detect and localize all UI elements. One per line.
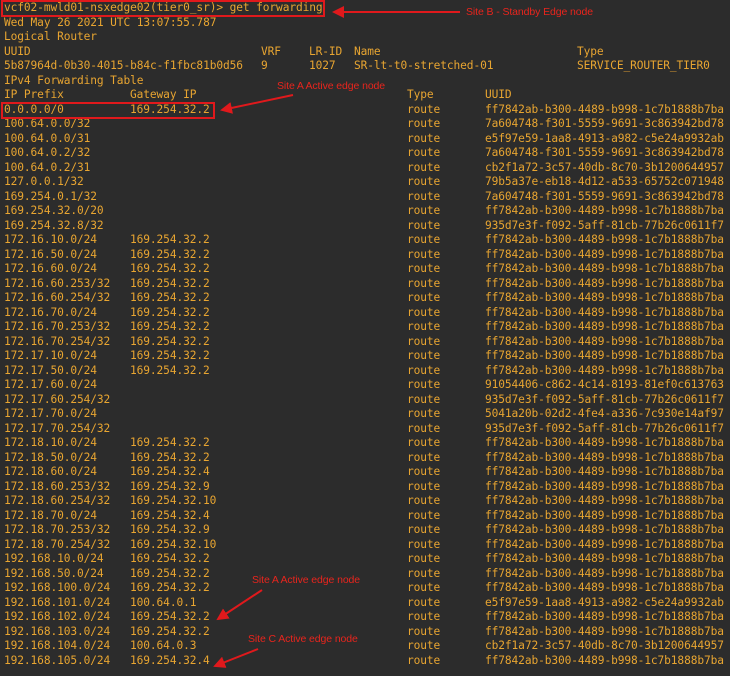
site-c-arrow bbox=[213, 648, 259, 668]
annotation-arrows bbox=[213, 6, 460, 668]
site-a-top-arrow bbox=[220, 94, 294, 114]
terminal-window[interactable]: vcf02-mwld01-nsxedge02(tier0_sr)> get fo… bbox=[0, 0, 730, 676]
site-a-bottom-arrow bbox=[216, 589, 263, 621]
